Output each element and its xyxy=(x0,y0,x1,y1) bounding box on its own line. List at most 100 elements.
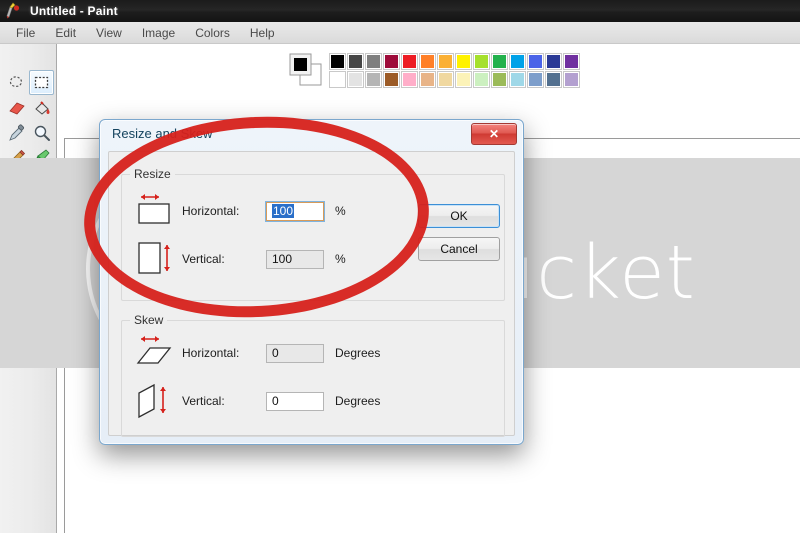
color-picker-tool[interactable] xyxy=(4,120,29,145)
menu-colors[interactable]: Colors xyxy=(185,24,240,42)
cancel-button[interactable]: Cancel xyxy=(418,237,500,261)
menu-view[interactable]: View xyxy=(86,24,132,42)
palette-swatch[interactable] xyxy=(455,52,472,70)
brush-tool[interactable] xyxy=(29,145,54,170)
pencil-tool[interactable] xyxy=(4,145,29,170)
palette-swatch[interactable] xyxy=(347,70,364,88)
curve-tool[interactable] xyxy=(29,195,54,220)
resize-horizontal-label: Horizontal: xyxy=(182,204,240,218)
palette-swatch-color xyxy=(403,72,416,86)
palette-swatch-color xyxy=(439,72,452,86)
color-palette xyxy=(289,50,580,90)
palette-swatch[interactable] xyxy=(527,70,544,88)
palette-swatch-color xyxy=(367,54,380,68)
palette-swatch[interactable] xyxy=(401,70,418,88)
resize-vertical-unit: % xyxy=(335,252,346,266)
palette-swatch[interactable] xyxy=(491,52,508,70)
toolbox-row xyxy=(4,220,54,245)
palette-swatch[interactable] xyxy=(437,52,454,70)
palette-swatch-color xyxy=(493,72,506,86)
text-tool[interactable]: A xyxy=(29,170,54,195)
palette-swatch[interactable] xyxy=(383,70,400,88)
menu-edit[interactable]: Edit xyxy=(45,24,86,42)
palette-swatch-color xyxy=(511,72,524,86)
toolbox-row xyxy=(4,70,54,95)
skew-group-legend: Skew xyxy=(130,313,168,327)
menu-help[interactable]: Help xyxy=(240,24,285,42)
resize-horizontal-input[interactable]: 100 xyxy=(266,201,324,221)
palette-swatch[interactable] xyxy=(473,52,490,70)
palette-swatch[interactable] xyxy=(563,52,580,70)
palette-swatch-color xyxy=(403,54,416,68)
skew-horizontal-unit: Degrees xyxy=(335,346,381,360)
palette-swatch[interactable] xyxy=(329,70,346,88)
current-colors-indicator[interactable] xyxy=(289,53,323,87)
ok-button[interactable]: OK xyxy=(418,204,500,228)
resize-vertical-value: 100 xyxy=(272,252,293,266)
rectangle-select-tool[interactable] xyxy=(29,70,54,95)
palette-swatch[interactable] xyxy=(509,52,526,70)
toolbox-grid: A xyxy=(4,70,54,333)
menu-image[interactable]: Image xyxy=(132,24,185,42)
palette-swatch[interactable] xyxy=(437,70,454,88)
close-icon[interactable]: ✕ xyxy=(471,123,517,145)
ellipse-tool[interactable] xyxy=(4,245,29,270)
palette-swatch[interactable] xyxy=(365,52,382,70)
palette-swatch-color xyxy=(529,54,542,68)
fill-tool[interactable] xyxy=(29,95,54,120)
resize-vertical-input[interactable]: 100 xyxy=(266,249,324,269)
palette-swatch[interactable] xyxy=(419,52,436,70)
resize-group-legend: Resize xyxy=(130,167,175,181)
toolbox-row xyxy=(4,95,54,120)
palette-swatch[interactable] xyxy=(365,70,382,88)
skew-vertical-unit: Degrees xyxy=(335,394,381,408)
palette-swatch[interactable] xyxy=(383,52,400,70)
palette-swatch[interactable] xyxy=(509,70,526,88)
toolbox-row xyxy=(4,273,54,302)
palette-swatch-color xyxy=(385,54,398,68)
palette-swatch[interactable] xyxy=(401,52,418,70)
palette-swatch-color xyxy=(475,54,488,68)
toolbox-row xyxy=(4,120,54,145)
polygon-tool[interactable] xyxy=(29,220,54,245)
palette-swatch[interactable] xyxy=(563,70,580,88)
window-title: Untitled - Paint xyxy=(30,4,118,18)
eraser-tool[interactable] xyxy=(4,95,29,120)
skew-vertical-input[interactable]: 0 xyxy=(266,391,324,411)
palette-swatch-grid xyxy=(329,52,580,88)
magnifier-tool[interactable] xyxy=(29,120,54,145)
skew-horizontal-icon xyxy=(132,331,182,375)
toolbox-row xyxy=(4,195,54,220)
palette-swatch-color xyxy=(529,72,542,86)
transparent-selection-tool[interactable] xyxy=(4,304,49,333)
resize-horizontal-value: 100 xyxy=(272,204,295,218)
palette-swatch[interactable] xyxy=(491,70,508,88)
free-form-select-tool[interactable] xyxy=(4,70,29,95)
palette-swatch[interactable] xyxy=(419,70,436,88)
palette-swatch-color xyxy=(421,72,434,86)
menu-file[interactable]: File xyxy=(6,24,45,42)
palette-swatch[interactable] xyxy=(347,52,364,70)
skew-vertical-value: 0 xyxy=(272,394,279,408)
palette-swatch[interactable] xyxy=(527,52,544,70)
palette-swatch[interactable] xyxy=(545,52,562,70)
rectangle-tool[interactable] xyxy=(4,220,29,245)
airbrush-tool[interactable] xyxy=(4,170,29,195)
palette-swatch-color xyxy=(457,72,470,86)
line-tool[interactable] xyxy=(4,195,29,220)
skew-vertical-row: Vertical: 0 Degrees xyxy=(132,379,380,423)
palette-swatch-color xyxy=(367,72,380,86)
palette-swatch[interactable] xyxy=(455,70,472,88)
palette-swatch-color xyxy=(421,54,434,68)
palette-swatch[interactable] xyxy=(329,52,346,70)
rounded-rectangle-tool[interactable] xyxy=(29,245,54,270)
palette-swatch[interactable] xyxy=(473,70,490,88)
skew-horizontal-input[interactable]: 0 xyxy=(266,343,324,363)
dialog-titlebar: Resize and Skew ✕ xyxy=(100,120,523,150)
opaque-selection-tool[interactable] xyxy=(4,273,49,302)
menubar: File Edit View Image Colors Help xyxy=(0,22,800,44)
palette-swatch-color xyxy=(385,72,398,86)
dialog-body: Resize Horizontal: 100 % Vertical: 100 %… xyxy=(108,151,515,437)
skew-vertical-icon xyxy=(132,379,182,423)
palette-swatch[interactable] xyxy=(545,70,562,88)
